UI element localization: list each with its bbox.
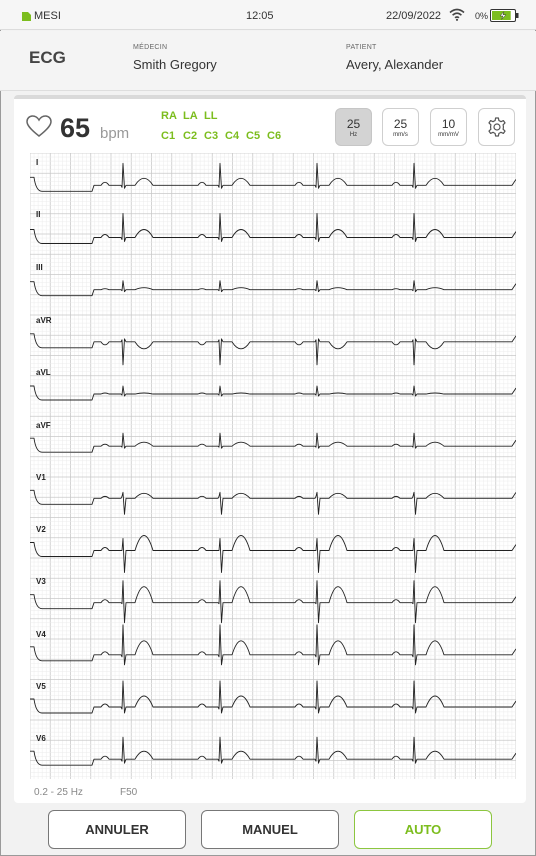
gear-icon: [487, 117, 506, 137]
carrier-name: MESI: [34, 10, 61, 22]
filter-unit: Hz: [349, 132, 358, 138]
manual-button[interactable]: MANUEL: [201, 810, 339, 849]
wifi-icon: [449, 8, 465, 21]
lead-label-i: I: [36, 158, 39, 167]
auto-button[interactable]: AUTO: [354, 810, 492, 849]
battery-icon: [490, 9, 519, 22]
sim-icon: [22, 12, 31, 21]
gain-value: 10: [441, 117, 456, 131]
lead-c2: C2: [183, 130, 198, 142]
lead-label-ii: II: [36, 210, 41, 219]
lead-label-v6: V6: [36, 734, 46, 743]
notch-filter: F50: [120, 787, 138, 798]
battery-percent: 0%: [475, 11, 489, 21]
patient-label: PATIENT: [346, 44, 377, 51]
lead-c6: C6: [267, 130, 282, 142]
status-bar: MESI 12:05 22/09/2022 0%: [0, 0, 536, 30]
carrier: MESI: [22, 10, 61, 22]
lead-c3: C3: [204, 130, 219, 142]
patient-name: Avery, Alexander: [346, 57, 444, 72]
lead-label-v5: V5: [36, 682, 46, 691]
lead-label-avr: aVR: [36, 316, 52, 325]
cancel-button[interactable]: ANNULER: [48, 810, 186, 849]
lead-label-v2: V2: [36, 525, 46, 534]
filter-value: 25: [346, 117, 361, 131]
lead-label-v4: V4: [36, 630, 46, 639]
lead-label-avl: aVL: [36, 368, 51, 377]
filter-chip[interactable]: 25 Hz: [335, 108, 372, 146]
doctor-name: Smith Gregory: [133, 57, 217, 72]
lead-label-v1: V1: [36, 473, 46, 482]
speed-chip[interactable]: 25 mm/s: [382, 108, 419, 146]
lead-label-avf: aVF: [36, 421, 51, 430]
gain-unit: mm/mV: [438, 132, 459, 138]
page-title: ECG: [29, 48, 66, 67]
heart-icon: [26, 115, 52, 137]
lead-ll: LL: [204, 110, 218, 122]
status-time: 12:05: [246, 10, 274, 22]
speed-value: 25: [393, 117, 408, 131]
ecg-chart: [30, 153, 516, 779]
ecg-grid: [30, 153, 516, 779]
lead-c4: C4: [225, 130, 240, 142]
speed-unit: mm/s: [393, 132, 408, 138]
doctor-label: MÉDECIN: [133, 44, 168, 51]
header: ECG MÉDECIN Smith Gregory PATIENT Avery,…: [0, 31, 536, 91]
heart-rate-unit: bpm: [100, 125, 130, 142]
lead-label-v3: V3: [36, 577, 46, 586]
settings-button[interactable]: [478, 108, 515, 146]
gain-chip[interactable]: 10 mm/mV: [430, 108, 467, 146]
lead-ra: RA: [161, 110, 177, 122]
lead-c1: C1: [161, 130, 176, 142]
lead-la: LA: [183, 110, 198, 122]
heart-rate-value: 65: [60, 113, 91, 143]
lead-c5: C5: [246, 130, 261, 142]
lead-label-iii: III: [36, 263, 43, 272]
status-date: 22/09/2022: [386, 10, 442, 22]
filter-range: 0.2 - 25 Hz: [34, 787, 83, 798]
